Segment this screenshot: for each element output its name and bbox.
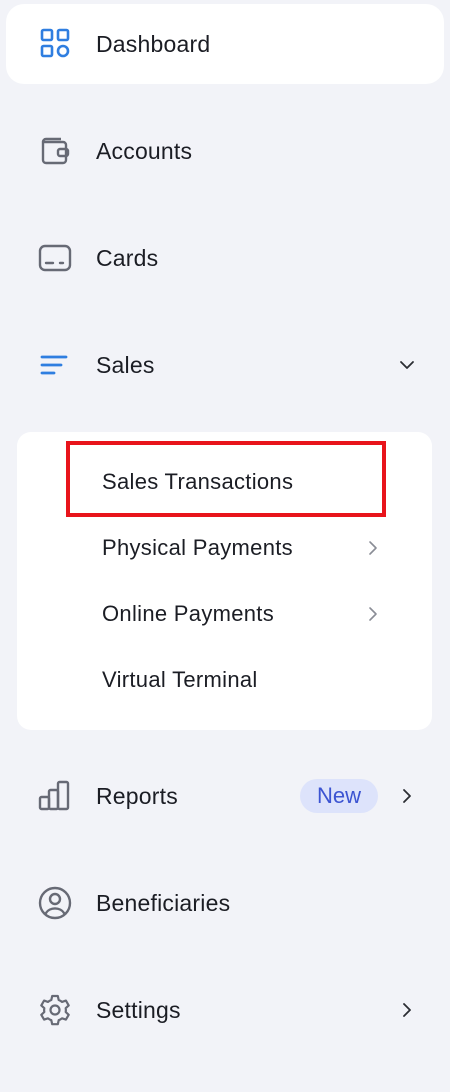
sidebar-item-label: Cards xyxy=(96,244,159,271)
chevron-right-icon[interactable] xyxy=(398,787,416,805)
submenu-item-physical-payments[interactable]: Physical Payments xyxy=(17,518,432,578)
grid-icon xyxy=(38,27,72,61)
sales-lines-icon xyxy=(38,348,72,382)
sidebar-item-cards[interactable]: Cards xyxy=(6,218,444,298)
chevron-down-icon[interactable] xyxy=(398,356,416,374)
sidebar-item-reports[interactable]: Reports New xyxy=(6,756,444,836)
sidebar: Dashboard Accounts Cards Sales Sales Tra… xyxy=(0,0,450,1092)
bar-chart-icon xyxy=(38,779,72,813)
submenu-item-label: Online Payments xyxy=(102,601,275,626)
sidebar-item-label: Sales xyxy=(96,351,155,378)
sidebar-item-sales[interactable]: Sales xyxy=(6,325,444,405)
sidebar-item-label: Accounts xyxy=(96,137,193,164)
submenu-item-online-payments[interactable]: Online Payments xyxy=(17,584,432,644)
sidebar-item-label: Beneficiaries xyxy=(96,889,231,916)
sidebar-item-label: Dashboard xyxy=(96,30,211,57)
card-icon xyxy=(38,241,72,275)
sidebar-item-label: Reports xyxy=(96,782,178,809)
submenu-item-virtual-terminal[interactable]: Virtual Terminal xyxy=(17,650,432,710)
highlight-box xyxy=(66,441,386,517)
chevron-right-icon[interactable] xyxy=(398,1001,416,1019)
chevron-right-icon xyxy=(366,540,380,556)
sidebar-item-settings[interactable]: Settings xyxy=(6,970,444,1050)
user-circle-icon xyxy=(38,886,72,920)
gear-icon xyxy=(38,993,72,1027)
submenu-item-label: Virtual Terminal xyxy=(102,667,258,692)
new-badge: New xyxy=(300,779,378,813)
sidebar-item-beneficiaries[interactable]: Beneficiaries xyxy=(6,863,444,943)
submenu-item-label: Physical Payments xyxy=(102,535,293,560)
wallet-icon xyxy=(38,134,72,168)
sidebar-item-accounts[interactable]: Accounts xyxy=(6,111,444,191)
sidebar-item-dashboard[interactable]: Dashboard xyxy=(6,4,444,84)
chevron-right-icon xyxy=(366,606,380,622)
sidebar-item-label: Settings xyxy=(96,996,181,1023)
